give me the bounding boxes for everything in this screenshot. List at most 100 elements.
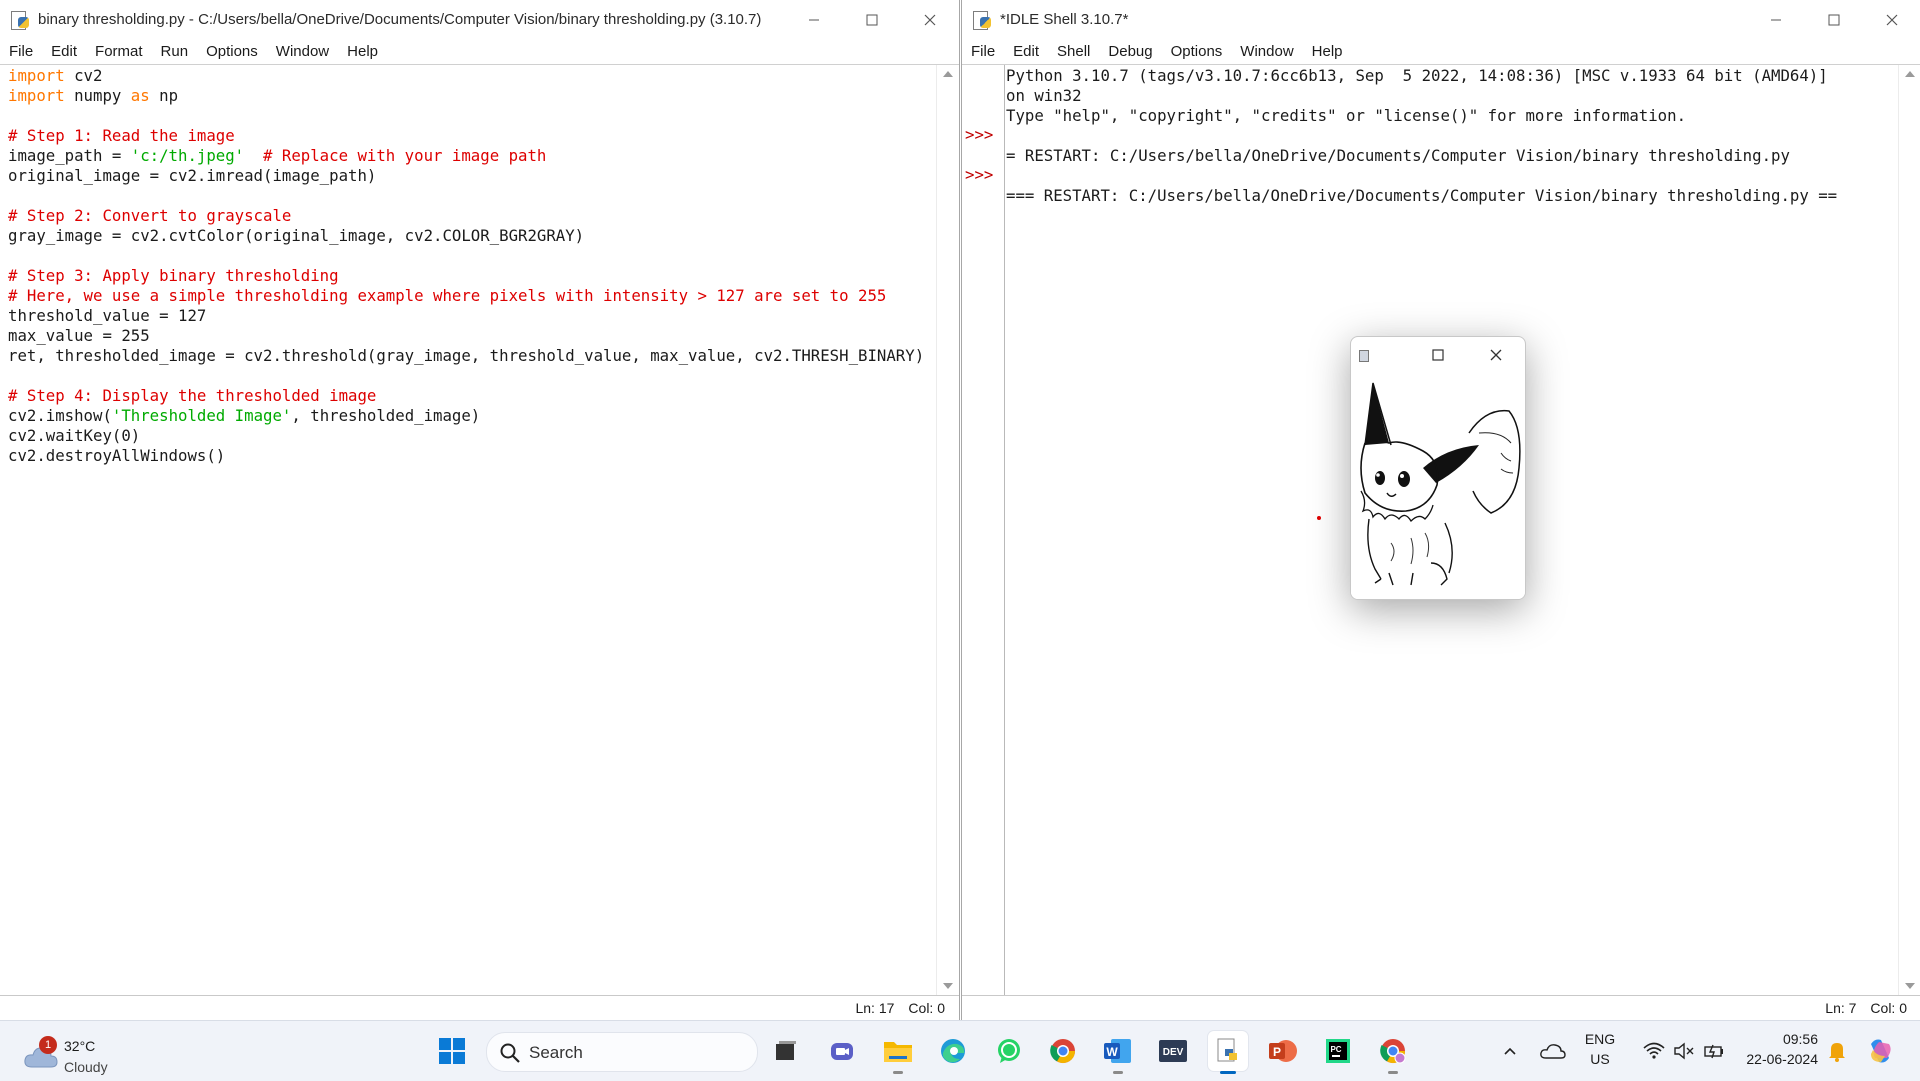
weather-widget[interactable]: 1 32°C Cloudy: [20, 1029, 160, 1075]
close-button[interactable]: [901, 0, 959, 39]
scroll-up-arrow-icon[interactable]: [943, 71, 953, 77]
editor-title: binary thresholding.py - C:/Users/bella/…: [38, 11, 762, 28]
line-number: Ln: 17: [855, 1000, 895, 1016]
code-line[interactable]: threshold_value = 127: [8, 306, 935, 326]
show-hidden-icons[interactable]: [1494, 1031, 1526, 1071]
menu-options[interactable]: Options: [1162, 43, 1232, 60]
editor-titlebar[interactable]: binary thresholding.py - C:/Users/bella/…: [0, 0, 959, 39]
language-code[interactable]: ENG: [1578, 1031, 1622, 1047]
shell-output-line: [1006, 166, 1897, 186]
column-number: Col: 0: [1870, 1000, 1907, 1016]
minimize-button[interactable]: [1747, 0, 1805, 39]
clock-date[interactable]: 22-06-2024: [1738, 1051, 1818, 1067]
close-button[interactable]: [1467, 348, 1525, 362]
speaker-muted-icon: [1674, 1042, 1694, 1060]
code-line[interactable]: import numpy as np: [8, 86, 935, 106]
windows-start-icon: [439, 1038, 465, 1064]
menu-window[interactable]: Window: [1231, 43, 1302, 60]
notifications-button[interactable]: [1822, 1031, 1852, 1071]
code-editor[interactable]: import cv2 import numpy as np # Step 1: Re…: [0, 65, 935, 995]
code-line[interactable]: image_path = 'c:/th.jpeg' # Replace with…: [8, 146, 935, 166]
scroll-up-arrow-icon[interactable]: [1905, 71, 1915, 77]
dev-icon: DEV: [1159, 1040, 1187, 1062]
code-line[interactable]: # Step 2: Convert to grayscale: [8, 206, 935, 226]
menu-help[interactable]: Help: [1303, 43, 1352, 60]
powerpoint-icon: P: [1269, 1040, 1297, 1062]
thresholded-image-window[interactable]: [1350, 336, 1526, 600]
taskbar-edge[interactable]: [933, 1031, 973, 1071]
minimize-button[interactable]: [785, 0, 843, 39]
code-line[interactable]: cv2.destroyAllWindows(): [8, 446, 935, 466]
whatsapp-icon: [998, 1039, 1020, 1063]
code-token: np: [149, 86, 179, 105]
shell-output-line: Python 3.10.7 (tags/v3.10.7:6cc6b13, Sep…: [1006, 66, 1828, 85]
shell-titlebar[interactable]: *IDLE Shell 3.10.7*: [962, 0, 1920, 39]
taskbar-dev-home[interactable]: DEV: [1153, 1031, 1193, 1071]
menu-file[interactable]: File: [0, 43, 42, 60]
taskbar-pycharm[interactable]: PC: [1318, 1031, 1358, 1071]
code-token: cv2: [64, 66, 103, 85]
code-line[interactable]: original_image = cv2.imread(image_path): [8, 166, 935, 186]
code-line[interactable]: # Step 4: Display the thresholded image: [8, 386, 935, 406]
code-line[interactable]: max_value = 255: [8, 326, 935, 346]
shell-prompt: [965, 145, 1004, 165]
maximize-button[interactable]: [843, 0, 901, 39]
code-token: ret, thresholded_image = cv2.threshold(g…: [8, 346, 925, 365]
code-line[interactable]: import cv2: [8, 66, 935, 86]
menu-shell[interactable]: Shell: [1048, 43, 1099, 60]
code-line[interactable]: gray_image = cv2.cvtColor(original_image…: [8, 226, 935, 246]
menu-options[interactable]: Options: [197, 43, 267, 60]
code-line[interactable]: # Step 3: Apply binary thresholding: [8, 266, 935, 286]
window-icon: [1359, 348, 1377, 362]
maximize-button[interactable]: [1409, 348, 1467, 362]
keyboard-region[interactable]: US: [1578, 1051, 1622, 1067]
code-token: # Step 1: Read the image: [8, 126, 235, 145]
taskbar-search[interactable]: Search: [486, 1032, 758, 1072]
taskbar-chrome[interactable]: [1043, 1031, 1083, 1071]
taskbar-meet[interactable]: [822, 1031, 862, 1071]
menu-edit[interactable]: Edit: [42, 43, 86, 60]
editor-scrollbar[interactable]: [936, 65, 959, 995]
quick-settings[interactable]: [1632, 1031, 1736, 1071]
code-line[interactable]: # Here, we use a simple thresholding exa…: [8, 286, 935, 306]
menu-edit[interactable]: Edit: [1004, 43, 1048, 60]
taskbar-file-explorer[interactable]: [878, 1031, 918, 1074]
code-token: original_image = cv2.imread(image_path): [8, 166, 377, 185]
taskbar-word[interactable]: W: [1098, 1031, 1138, 1074]
prompt-gutter: >>> >>>: [962, 65, 1005, 995]
menu-run[interactable]: Run: [152, 43, 198, 60]
start-button[interactable]: [432, 1031, 472, 1071]
imshow-titlebar[interactable]: [1351, 337, 1525, 373]
menu-file[interactable]: File: [962, 43, 1004, 60]
code-line[interactable]: ret, thresholded_image = cv2.threshold(g…: [8, 346, 935, 366]
scroll-down-arrow-icon[interactable]: [943, 983, 953, 989]
code-line[interactable]: [8, 106, 935, 126]
python-shell-icon: [972, 10, 992, 30]
maximize-button[interactable]: [1805, 0, 1863, 39]
code-token: # Step 2: Convert to grayscale: [8, 206, 292, 225]
scroll-down-arrow-icon[interactable]: [1905, 983, 1915, 989]
taskbar-whatsapp[interactable]: [989, 1031, 1029, 1071]
code-line[interactable]: cv2.imshow('Thresholded Image', threshol…: [8, 406, 935, 426]
code-line[interactable]: [8, 186, 935, 206]
taskbar-chrome-profile[interactable]: [1373, 1031, 1413, 1074]
copilot-button[interactable]: [1860, 1031, 1900, 1071]
menu-format[interactable]: Format: [86, 43, 152, 60]
code-line[interactable]: # Step 1: Read the image: [8, 126, 935, 146]
mouse-cursor-dot: [1317, 516, 1321, 520]
menu-help[interactable]: Help: [338, 43, 387, 60]
code-token: threshold_value = 127: [8, 306, 207, 325]
close-button[interactable]: [1863, 0, 1920, 39]
menu-window[interactable]: Window: [267, 43, 338, 60]
menu-debug[interactable]: Debug: [1099, 43, 1161, 60]
onedrive-tray[interactable]: [1535, 1031, 1571, 1071]
code-line[interactable]: [8, 246, 935, 266]
clock-time[interactable]: 09:56: [1738, 1031, 1818, 1047]
taskbar-task-view[interactable]: [766, 1031, 806, 1071]
taskbar-powerpoint[interactable]: P: [1263, 1031, 1303, 1071]
code-line[interactable]: cv2.waitKey(0): [8, 426, 935, 446]
code-line[interactable]: [8, 366, 935, 386]
code-token: max_value = 255: [8, 326, 150, 345]
shell-scrollbar[interactable]: [1898, 65, 1920, 995]
taskbar-python-idle[interactable]: [1208, 1031, 1248, 1074]
